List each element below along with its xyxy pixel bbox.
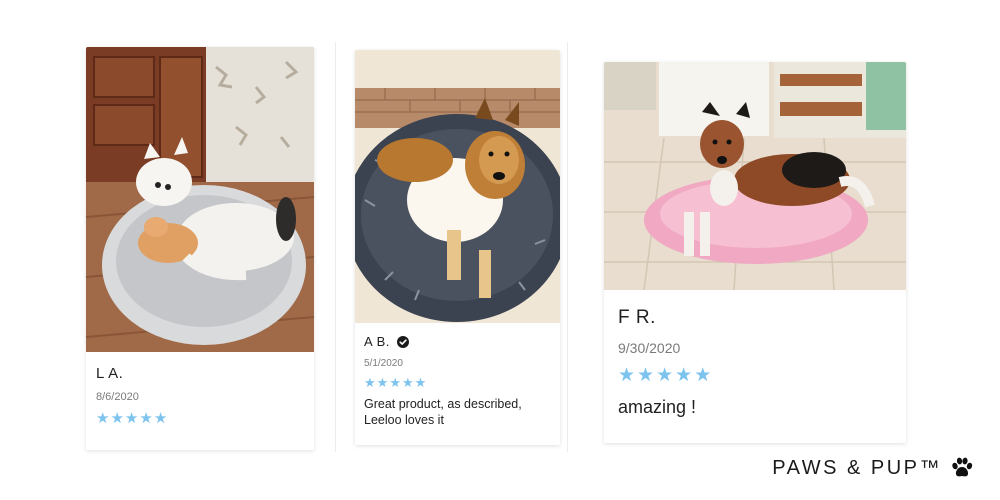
reviewer-name: A B. [364,334,390,349]
column-divider [335,42,336,452]
star-icon: ★ [656,365,674,386]
star-icon: ★ [401,375,414,390]
star-rating: ★ ★ ★ ★ ★ [364,376,560,389]
review-card[interactable]: L A. 8/6/2020 ★ ★ ★ ★ ★ [86,47,314,450]
star-icon: ★ [389,375,401,390]
verified-check-icon [396,335,409,348]
dog-photo-collie-pink-bed [604,62,906,290]
star-icon: ★ [110,410,124,427]
star-icon: ★ [637,365,655,386]
star-icon: ★ [675,365,693,386]
column-divider [567,42,568,452]
brand-name: PAWS & PUP™ [772,456,942,479]
review-text: Great product, as described, Leeloo love… [364,397,522,427]
dog-photo-white-dog-grey-bed [86,47,314,352]
review-date: 8/6/2020 [96,391,139,403]
review-photo[interactable] [86,47,314,352]
reviewer-name: L A. [96,365,124,382]
review-photo[interactable] [604,62,906,290]
star-icon: ★ [124,410,139,427]
star-rating: ★ ★ ★ ★ ★ [96,411,314,426]
paw-print-icon [952,457,973,477]
review-card[interactable]: A B. 5/1/2020 ★ ★ ★ ★ ★ Great product, as de… [355,50,560,445]
star-icon: ★ [364,375,376,390]
star-rating: ★ ★ ★ ★ ★ [618,366,906,385]
review-card[interactable]: F R. 9/30/2020 ★ ★ ★ ★ ★ amazing ! [604,62,906,443]
brand-logo: PAWS & PUP™ [772,456,974,480]
dog-photo-sheltie-dark-bed [355,50,560,323]
review-text: amazing ! [618,397,697,417]
reviewer-name: F R. [618,307,656,328]
star-icon: ★ [139,410,153,427]
star-icon: ★ [414,375,427,390]
star-icon: ★ [376,375,389,390]
review-date: 5/1/2020 [364,358,403,369]
star-icon: ★ [96,410,110,427]
star-icon: ★ [153,410,168,427]
review-photo[interactable] [355,50,560,323]
review-date: 9/30/2020 [618,340,681,356]
star-icon: ★ [694,365,712,386]
star-icon: ★ [618,365,636,386]
